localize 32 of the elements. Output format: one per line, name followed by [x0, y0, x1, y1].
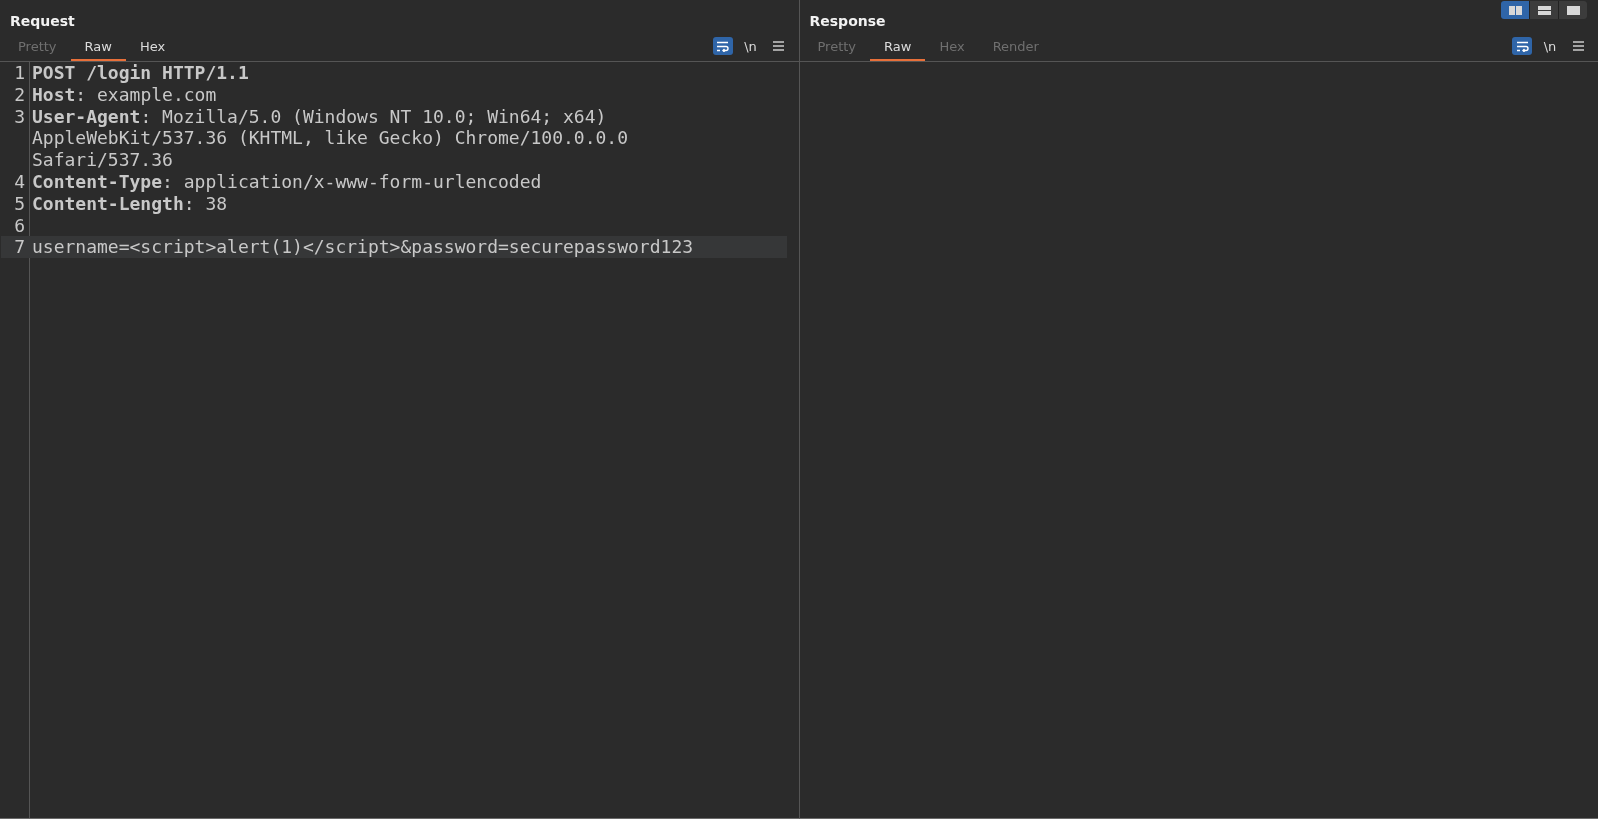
newline-button[interactable]: \n	[740, 37, 761, 55]
code-line: Content-Length: 38	[31, 192, 229, 215]
view-tab[interactable]: Raw	[70, 34, 126, 61]
line-number: 1	[13, 62, 26, 84]
layout-button[interactable]	[1530, 1, 1558, 19]
single-pane-icon	[1566, 5, 1580, 15]
line-number: 2	[13, 83, 26, 106]
code-line: Host: example.com	[31, 83, 218, 106]
wrap-icon	[1515, 40, 1529, 52]
code-line: POST /login HTTP/1.1	[31, 62, 250, 84]
view-tab[interactable]: Raw	[870, 34, 926, 61]
code-line: Content-Type: application/x-www-form-urlencoded	[31, 171, 543, 193]
wrap-button[interactable]	[1512, 37, 1532, 55]
wrap-button[interactable]	[712, 37, 733, 55]
layout-button[interactable]	[1501, 1, 1529, 19]
code-line: User-Agent: Mozilla/5.0 (Windows NT 10.0; Win64; x64) AppleWebKit/537.36 (KHTML, like Gecko) Chrome/100.0.0.0 Safari/537.36	[31, 105, 630, 171]
code-line: username=<script>alert(1)</script>&password=securepassword123	[31, 236, 695, 259]
line-number: 5	[13, 192, 26, 215]
panel-title: Response	[809, 13, 886, 29]
view-tab[interactable]: Hex	[125, 34, 180, 61]
menu-icon	[773, 41, 784, 51]
line-number: 3	[13, 105, 26, 129]
menu-icon	[1572, 41, 1584, 51]
columns-icon	[1508, 5, 1522, 15]
line-number: 6	[13, 214, 26, 237]
line-number: 4	[13, 171, 26, 193]
wrap-icon	[716, 40, 729, 52]
panel-title: Request	[10, 13, 75, 29]
newline-button[interactable]: \n	[1540, 37, 1560, 55]
rows-icon	[1537, 5, 1551, 15]
layout-button[interactable]	[1559, 1, 1587, 19]
line-number: 7	[13, 236, 26, 259]
